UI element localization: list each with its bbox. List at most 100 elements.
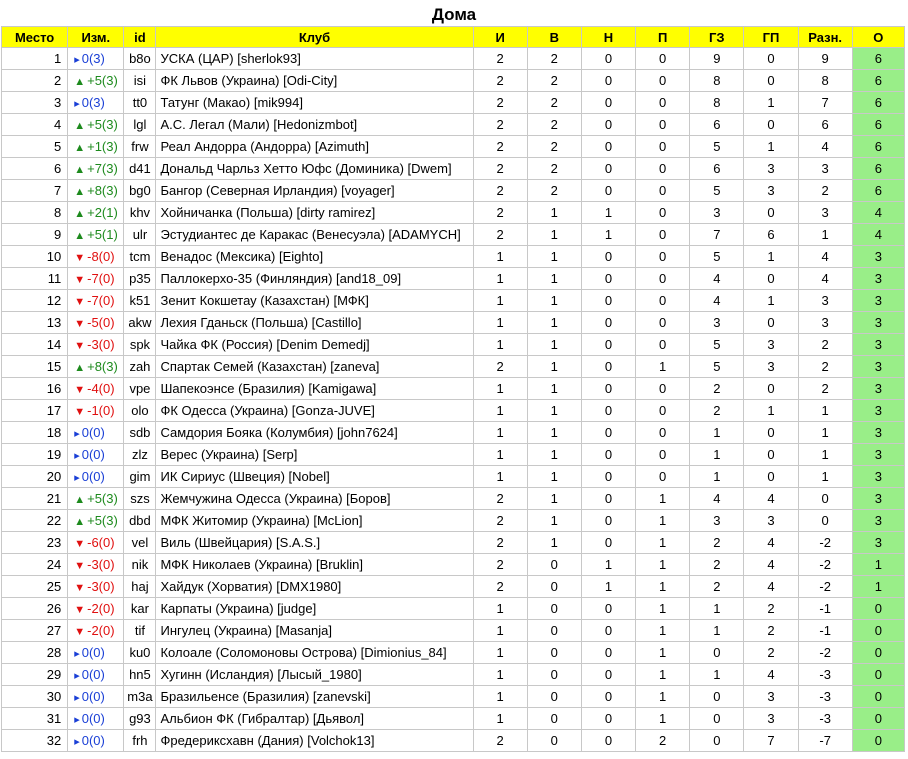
goals-against-cell: 2: [743, 619, 799, 642]
change-value: -1(0): [87, 403, 115, 418]
draws-cell: 0: [580, 333, 637, 356]
place-cell: 7: [0, 179, 69, 202]
club-cell: Эстудиантес де Каракас (Венесуэла) [ADAM…: [155, 223, 474, 246]
diff-cell: -2: [797, 531, 853, 554]
club-cell: МФК Николаев (Украина) [Bruklin]: [155, 553, 474, 576]
change-cell: ▼ -8(0): [67, 245, 125, 268]
draws-cell: 0: [580, 377, 637, 400]
losses-cell: 0: [635, 201, 691, 224]
points-cell: 6: [851, 47, 906, 70]
diff-cell: -3: [797, 707, 853, 730]
goals-for-cell: 9: [689, 47, 745, 70]
id-cell: frh: [123, 729, 157, 752]
games-cell: 2: [472, 113, 528, 136]
club-cell: Спартак Семей (Казахстан) [zaneva]: [155, 355, 474, 378]
change-value: +8(3): [87, 359, 118, 374]
header-losses[interactable]: П: [635, 26, 691, 48]
diff-cell: -2: [797, 575, 853, 598]
games-cell: 1: [472, 685, 528, 708]
id-cell: olo: [123, 399, 157, 422]
goals-against-cell: 4: [743, 575, 799, 598]
draws-cell: 0: [580, 421, 637, 444]
place-cell: 10: [0, 245, 69, 268]
id-cell: zlz: [123, 443, 157, 466]
change-cell: ▼ -2(0): [67, 597, 125, 620]
goals-for-cell: 1: [689, 619, 745, 642]
losses-cell: 0: [635, 69, 691, 92]
place-cell: 3: [0, 91, 69, 114]
losses-cell: 0: [635, 443, 691, 466]
points-cell: 0: [851, 663, 906, 686]
arrow-up-icon: ▲: [74, 164, 86, 176]
club-cell: ИК Сириус (Швеция) [Nobel]: [155, 465, 474, 488]
losses-cell: 0: [635, 421, 691, 444]
change-value: +5(3): [87, 117, 118, 132]
goals-for-cell: 5: [689, 355, 745, 378]
draws-cell: 0: [580, 157, 637, 180]
points-cell: 1: [851, 575, 906, 598]
id-cell: lgl: [123, 113, 157, 136]
header-place[interactable]: Место: [0, 26, 69, 48]
header-goals-for[interactable]: ГЗ: [689, 26, 745, 48]
arrow-right-icon: ▸: [74, 670, 80, 682]
draws-cell: 0: [580, 663, 637, 686]
draws-cell: 1: [580, 223, 637, 246]
header-games[interactable]: И: [472, 26, 528, 48]
id-cell: haj: [123, 575, 157, 598]
header-wins[interactable]: В: [526, 26, 582, 48]
arrow-right-icon: ▸: [74, 648, 80, 660]
change-value: -5(0): [87, 315, 115, 330]
losses-cell: 0: [635, 311, 691, 334]
header-change[interactable]: Изм.: [67, 26, 125, 48]
goals-against-cell: 0: [743, 69, 799, 92]
table-row: 31 ▸ 0(0) g93 Альбион ФК (Гибралтар) [Дьявол…: [0, 707, 906, 730]
id-cell: akw: [123, 311, 157, 334]
games-cell: 1: [472, 245, 528, 268]
header-draws[interactable]: Н: [580, 26, 637, 48]
id-cell: tcm: [123, 245, 157, 268]
header-club[interactable]: Клуб: [155, 26, 474, 48]
table-row: 18 ▸ 0(0) sdb Самдория Бояка (Колумбия) [joh…: [0, 421, 906, 444]
losses-cell: 1: [635, 553, 691, 576]
losses-cell: 1: [635, 619, 691, 642]
goals-for-cell: 4: [689, 267, 745, 290]
games-cell: 2: [472, 575, 528, 598]
goals-for-cell: 5: [689, 135, 745, 158]
losses-cell: 0: [635, 223, 691, 246]
games-cell: 2: [472, 47, 528, 70]
header-points[interactable]: О: [851, 26, 906, 48]
losses-cell: 0: [635, 135, 691, 158]
losses-cell: 1: [635, 707, 691, 730]
arrow-up-icon: ▲: [74, 186, 86, 198]
points-cell: 6: [851, 179, 906, 202]
change-value: 0(3): [81, 95, 105, 110]
diff-cell: -2: [797, 553, 853, 576]
points-cell: 3: [851, 289, 906, 312]
change-value: -6(0): [87, 535, 115, 550]
club-cell: Шапекоэнсе (Бразилия) [Kamigawa]: [155, 377, 474, 400]
goals-against-cell: 0: [743, 47, 799, 70]
arrow-down-icon: ▼: [74, 406, 86, 418]
goals-for-cell: 2: [689, 377, 745, 400]
draws-cell: 0: [580, 289, 637, 312]
header-diff[interactable]: Разн.: [797, 26, 853, 48]
id-cell: nik: [123, 553, 157, 576]
place-cell: 23: [0, 531, 69, 554]
header-id[interactable]: id: [123, 26, 157, 48]
games-cell: 2: [472, 223, 528, 246]
diff-cell: 3: [797, 157, 853, 180]
points-cell: 3: [851, 245, 906, 268]
arrow-right-icon: ▸: [74, 736, 80, 748]
games-cell: 2: [472, 157, 528, 180]
goals-against-cell: 1: [743, 91, 799, 114]
wins-cell: 2: [526, 135, 582, 158]
draws-cell: 0: [580, 443, 637, 466]
diff-cell: -1: [797, 597, 853, 620]
points-cell: 6: [851, 91, 906, 114]
change-value: +7(3): [87, 161, 118, 176]
losses-cell: 0: [635, 179, 691, 202]
goals-against-cell: 4: [743, 531, 799, 554]
change-cell: ▼ -3(0): [67, 333, 125, 356]
header-goals-against[interactable]: ГП: [743, 26, 799, 48]
id-cell: vpe: [123, 377, 157, 400]
